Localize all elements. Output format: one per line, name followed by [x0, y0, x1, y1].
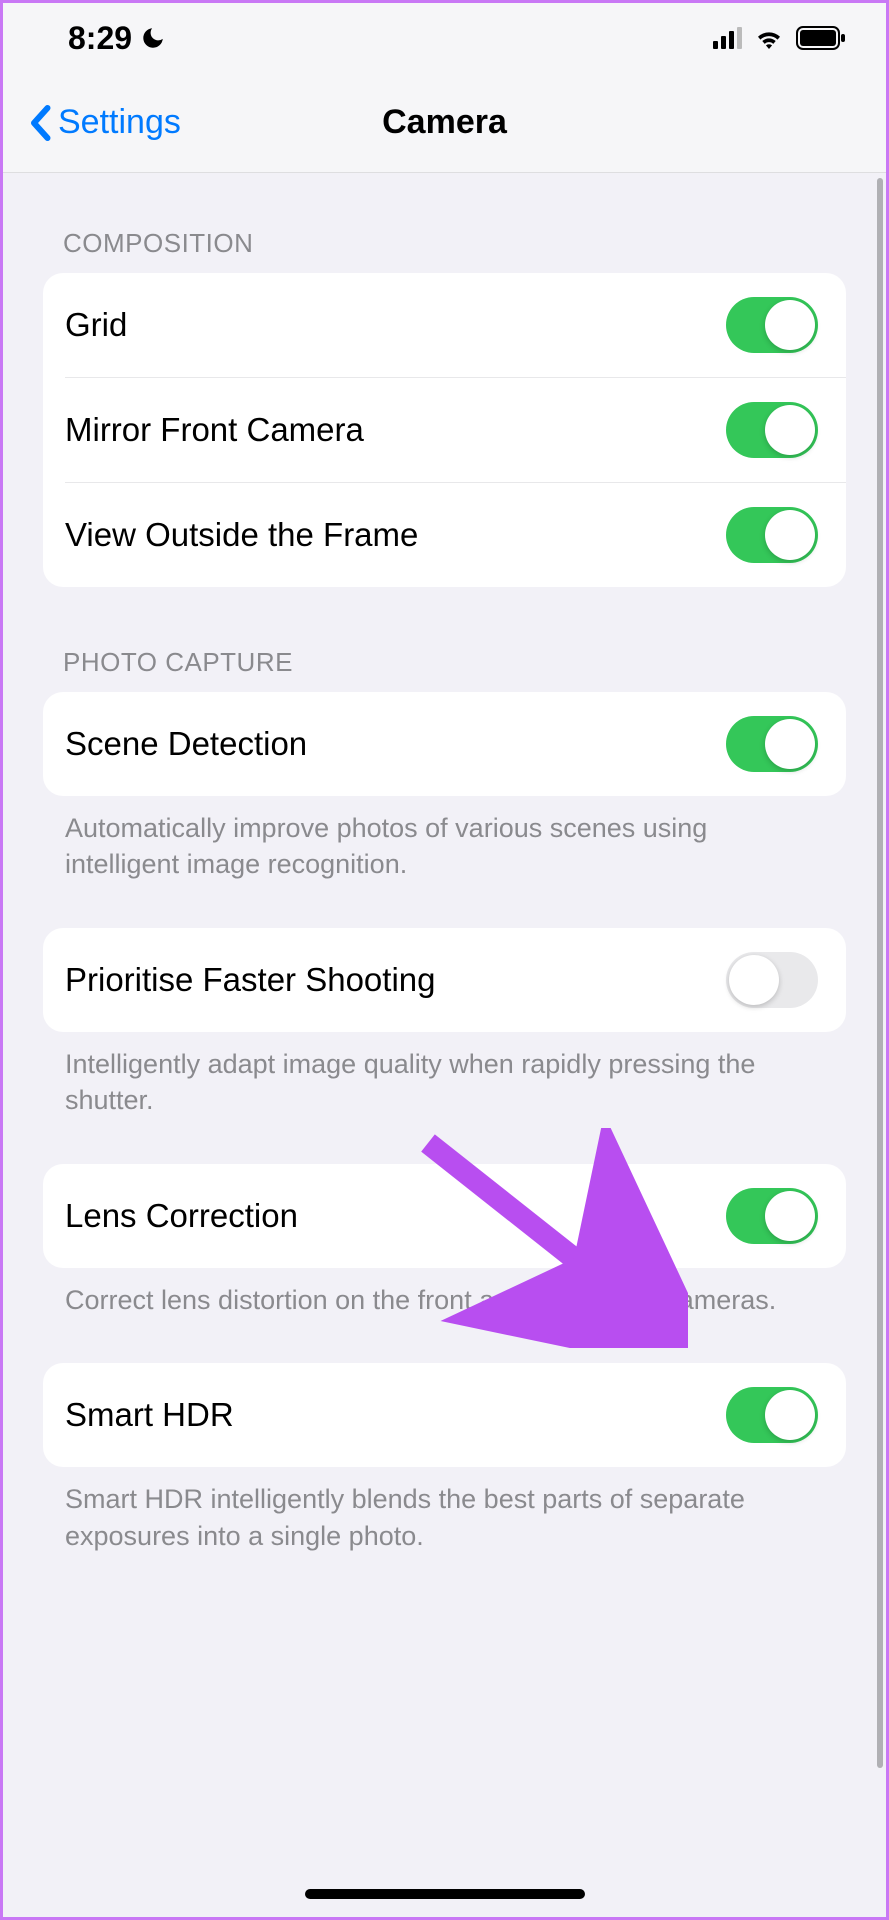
row-label: Prioritise Faster Shooting: [65, 961, 436, 999]
row-label: Scene Detection: [65, 725, 307, 763]
settings-content: COMPOSITION Grid Mirror Front Camera Vie…: [3, 173, 886, 1554]
row-view-outside-frame: View Outside the Frame: [65, 482, 846, 587]
status-bar: 8:29: [3, 3, 886, 73]
row-label: Smart HDR: [65, 1396, 234, 1434]
wifi-icon: [754, 27, 784, 49]
row-lens-correction: Lens Correction: [43, 1164, 846, 1268]
row-smart-hdr: Smart HDR: [43, 1363, 846, 1467]
do-not-disturb-icon: [140, 25, 166, 51]
section-header-photo-capture: PHOTO CAPTURE: [43, 587, 846, 692]
status-indicators: [713, 26, 846, 50]
back-label: Settings: [58, 103, 181, 142]
list-group-smart-hdr: Smart HDR: [43, 1363, 846, 1467]
cellular-signal-icon: [713, 27, 742, 49]
status-time-container: 8:29: [68, 20, 166, 57]
toggle-lens-correction[interactable]: [726, 1188, 818, 1244]
toggle-mirror-front-camera[interactable]: [726, 402, 818, 458]
row-label: Mirror Front Camera: [65, 411, 364, 449]
row-grid: Grid: [43, 273, 846, 377]
toggle-grid[interactable]: [726, 297, 818, 353]
scroll-indicator[interactable]: [877, 178, 883, 1768]
row-label: View Outside the Frame: [65, 516, 418, 554]
battery-icon: [796, 26, 846, 50]
section-header-composition: COMPOSITION: [43, 173, 846, 273]
row-mirror-front-camera: Mirror Front Camera: [65, 377, 846, 482]
toggle-prioritise-faster-shooting[interactable]: [726, 952, 818, 1008]
row-label: Grid: [65, 306, 127, 344]
description-prioritise-faster: Intelligently adapt image quality when r…: [43, 1032, 846, 1119]
description-lens-correction: Correct lens distortion on the front and…: [43, 1268, 846, 1318]
toggle-view-outside-frame[interactable]: [726, 507, 818, 563]
list-group-scene-detection: Scene Detection: [43, 692, 846, 796]
row-prioritise-faster-shooting: Prioritise Faster Shooting: [43, 928, 846, 1032]
chevron-left-icon: [28, 105, 52, 141]
page-title: Camera: [382, 103, 507, 142]
row-scene-detection: Scene Detection: [43, 692, 846, 796]
nav-header: Settings Camera: [3, 73, 886, 173]
description-smart-hdr: Smart HDR intelligently blends the best …: [43, 1467, 846, 1554]
list-group-composition: Grid Mirror Front Camera View Outside th…: [43, 273, 846, 587]
row-label: Lens Correction: [65, 1197, 298, 1235]
back-button[interactable]: Settings: [3, 103, 181, 142]
toggle-scene-detection[interactable]: [726, 716, 818, 772]
description-scene-detection: Automatically improve photos of various …: [43, 796, 846, 883]
list-group-prioritise-faster: Prioritise Faster Shooting: [43, 928, 846, 1032]
status-time: 8:29: [68, 20, 132, 57]
list-group-lens-correction: Lens Correction: [43, 1164, 846, 1268]
home-indicator[interactable]: [305, 1889, 585, 1899]
toggle-smart-hdr[interactable]: [726, 1387, 818, 1443]
